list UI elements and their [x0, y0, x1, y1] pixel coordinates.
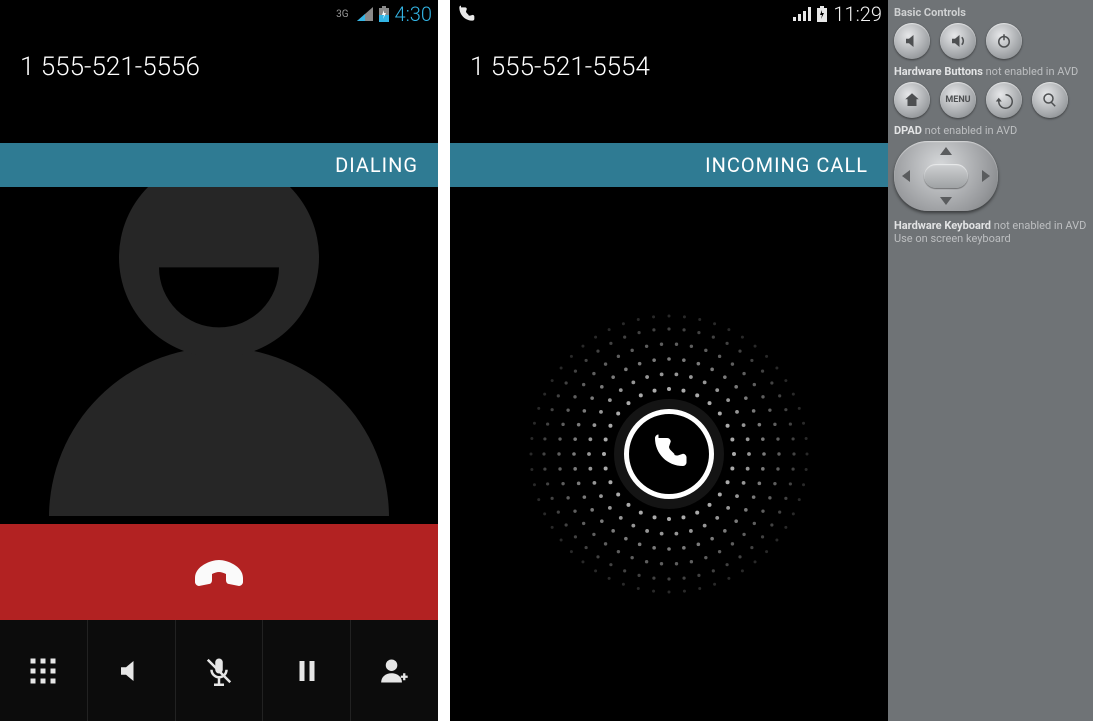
add-person-icon: [380, 656, 410, 686]
incoming-call-screen: 11:29 1 555-521-5554 INCOMING CALL: [450, 0, 888, 721]
battery-icon: [817, 6, 827, 22]
dpad[interactable]: [894, 141, 998, 211]
speaker-button[interactable]: [88, 620, 176, 721]
back-button[interactable]: [986, 82, 1022, 118]
ongoing-call-icon: [456, 4, 476, 29]
dialpad-button[interactable]: [0, 620, 88, 721]
call-status-strip: INCOMING CALL: [450, 143, 888, 187]
caller-number: 1 555-521-5556: [0, 40, 438, 100]
hw-buttons-heading: Hardware Buttons not enabled in AVD: [894, 65, 1087, 78]
battery-icon: [379, 6, 389, 22]
statusbar: 11:29: [450, 0, 888, 28]
end-call-button[interactable]: [0, 522, 438, 620]
dialing-screen: 3G 4:30 1 555-521-5556 DIALING: [0, 0, 438, 721]
home-button[interactable]: [894, 82, 930, 118]
screenshot-gap: [438, 0, 450, 721]
menu-label: MENU: [945, 95, 970, 105]
call-status-strip: DIALING: [0, 143, 438, 187]
pause-icon: [292, 656, 322, 686]
search-icon: [1041, 91, 1059, 109]
section-basic-controls: Basic Controls: [894, 6, 1087, 19]
call-status-text: DIALING: [335, 153, 418, 177]
network-type-label: 3G: [336, 9, 348, 20]
dialpad-icon: [28, 656, 58, 686]
vol-up-button[interactable]: [940, 23, 976, 59]
power-button[interactable]: [986, 23, 1022, 59]
statusbar: 3G 4:30: [0, 0, 438, 28]
mute-mic-icon: [204, 656, 234, 686]
search-button[interactable]: [1032, 82, 1068, 118]
hw-keyboard-heading: Hardware Keyboard not enabled in AVD: [894, 219, 1087, 232]
back-icon: [995, 91, 1013, 109]
mute-button[interactable]: [176, 620, 264, 721]
vol-up-icon: [949, 32, 967, 50]
vol-down-button[interactable]: [894, 23, 930, 59]
in-call-actions: [0, 620, 438, 721]
dpad-down-icon: [940, 197, 952, 205]
home-icon: [903, 91, 921, 109]
dpad-heading: DPAD not enabled in AVD: [894, 124, 1087, 137]
answer-ring: [519, 304, 819, 604]
answer-area: [450, 187, 888, 721]
dpad-left-icon: [902, 170, 910, 182]
signal-icon: [793, 7, 811, 21]
root: 3G 4:30 1 555-521-5556 DIALING: [0, 0, 1093, 721]
statusbar-clock: 11:29: [833, 2, 882, 26]
dpad-up-icon: [940, 147, 952, 155]
vol-down-icon: [903, 32, 921, 50]
hw-keyboard-hint: Use on screen keyboard: [894, 232, 1087, 245]
power-icon: [995, 32, 1013, 50]
dpad-center-button[interactable]: [924, 164, 968, 188]
speaker-icon: [116, 656, 146, 686]
menu-button[interactable]: MENU: [940, 82, 976, 118]
caller-number: 1 555-521-5554: [450, 40, 888, 100]
emulator-panel: Basic Controls Hardware Buttons not enab…: [888, 0, 1093, 721]
signal-icon: [357, 7, 373, 21]
call-status-text: INCOMING CALL: [705, 153, 868, 177]
hold-button[interactable]: [263, 620, 351, 721]
statusbar-clock: 4:30: [395, 2, 432, 26]
dpad-right-icon: [982, 170, 990, 182]
phone-icon: [648, 431, 690, 477]
answer-handle[interactable]: [624, 409, 714, 499]
hangup-icon: [187, 538, 251, 606]
add-call-button[interactable]: [351, 620, 438, 721]
avatar-silhouette-icon: [49, 158, 389, 516]
